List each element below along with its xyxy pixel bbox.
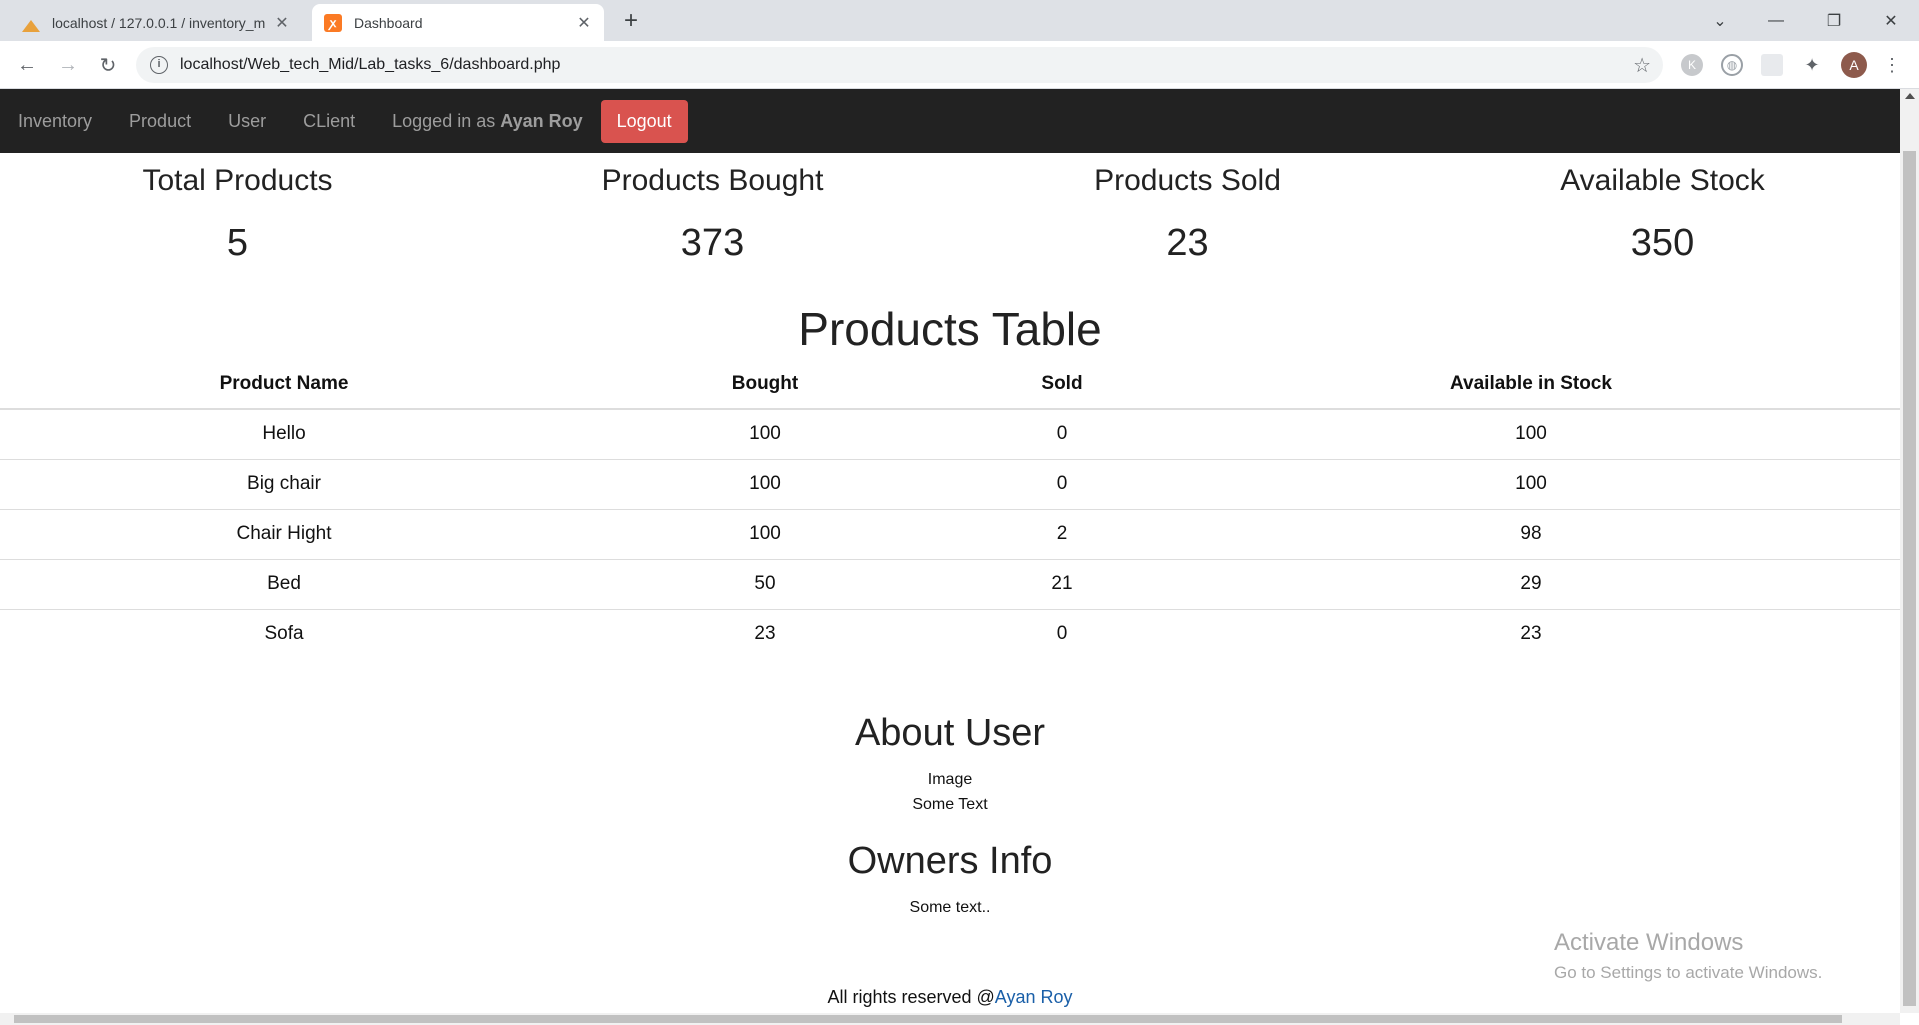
cell-product-name: Big chair <box>0 458 568 509</box>
stats-row: Total Products 5 Products Bought 373 Pro… <box>0 164 1900 265</box>
cell-product-name: Chair Hight <box>0 508 568 559</box>
table-row: Big chair 100 0 100 <box>0 458 1900 509</box>
products-table-title: Products Table <box>798 303 1102 355</box>
globe-icon[interactable]: ◍ <box>1721 54 1743 76</box>
xampp-icon: ꭗ <box>324 13 342 32</box>
cell-product-name: Bed <box>0 558 568 609</box>
stat-label: Products Bought <box>601 164 824 197</box>
browser-tabstrip: localhost / 127.0.0.1 / inventory_m ✕ ꭗ … <box>0 0 1919 41</box>
back-icon[interactable]: ← <box>15 53 39 77</box>
watermark-subtitle: Go to Settings to activate Windows. <box>1554 963 1823 982</box>
scroll-up-arrow-icon[interactable] <box>1905 93 1915 99</box>
browser-menu-icon[interactable]: ⋮ <box>1881 54 1903 76</box>
owners-info-text: Some text.. <box>909 899 991 916</box>
logged-in-status: Logged in as Ayan Roy <box>392 111 582 132</box>
stat-value: 373 <box>680 222 745 264</box>
extension-image-icon[interactable] <box>1761 54 1783 76</box>
stat-label: Available Stock <box>1560 164 1765 197</box>
stat-total-products: Total Products 5 <box>0 164 475 265</box>
logged-in-username: Ayan Roy <box>500 110 583 131</box>
cell-bought: 50 <box>568 558 962 609</box>
cell-available: 29 <box>1162 558 1900 609</box>
about-user-title: About User <box>854 712 1046 754</box>
nav-link-inventory[interactable]: Inventory <box>18 111 92 132</box>
reload-icon[interactable]: ↻ <box>96 53 120 77</box>
extension-k-icon[interactable]: K <box>1681 54 1703 76</box>
nav-link-product[interactable]: Product <box>129 111 191 132</box>
tab-search-icon[interactable]: ⌄ <box>1692 0 1748 41</box>
cell-product-name: Sofa <box>0 608 568 659</box>
table-row: Sofa 23 0 23 <box>0 608 1900 659</box>
cell-available: 100 <box>1162 458 1900 509</box>
about-user-image: Image <box>927 771 973 788</box>
top-navbar: Inventory Product User CLient Logged in … <box>0 89 1900 153</box>
products-table: Product Name Bought Sold Available in St… <box>0 359 1900 659</box>
cell-bought: 100 <box>568 458 962 509</box>
url-text[interactable]: localhost/Web_tech_Mid/Lab_tasks_6/dashb… <box>180 56 1633 74</box>
browser-toolbar: ← → ↻ i localhost/Web_tech_Mid/Lab_tasks… <box>0 41 1919 89</box>
cell-sold: 21 <box>962 558 1162 609</box>
activate-windows-watermark: Activate Windows Go to Settings to activ… <box>1554 929 1822 983</box>
cell-bought: 100 <box>568 508 962 559</box>
close-window-button[interactable]: ✕ <box>1863 0 1919 41</box>
col-header-available: Available in Stock <box>1162 359 1900 410</box>
browser-tab-phpmyadmin[interactable]: localhost / 127.0.0.1 / inventory_m ✕ <box>10 4 302 41</box>
restore-button[interactable]: ❐ <box>1806 0 1862 41</box>
nav-link-client[interactable]: CLient <box>303 111 355 132</box>
vertical-scrollbar[interactable] <box>1900 89 1919 1013</box>
page-footer: All rights reserved @Ayan Roy <box>0 987 1900 1008</box>
table-row: Chair Hight 100 2 98 <box>0 508 1900 559</box>
tab-title: localhost / 127.0.0.1 / inventory_m <box>52 14 266 31</box>
cell-available: 23 <box>1162 608 1900 659</box>
stat-label: Total Products <box>142 164 333 197</box>
logged-in-prefix: Logged in as <box>392 110 496 131</box>
horizontal-scroll-thumb[interactable] <box>14 1015 1842 1023</box>
table-row: Hello 100 0 100 <box>0 409 1900 459</box>
extensions-puzzle-icon[interactable]: ✦ <box>1801 54 1823 76</box>
col-header-sold: Sold <box>962 359 1162 410</box>
stat-value: 350 <box>1630 222 1695 264</box>
table-row: Bed 50 21 29 <box>0 558 1900 609</box>
cell-available: 100 <box>1515 423 1547 445</box>
browser-tab-dashboard[interactable]: ꭗ Dashboard ✕ <box>312 4 604 41</box>
cell-available: 98 <box>1162 508 1900 559</box>
profile-avatar[interactable]: A <box>1841 52 1867 78</box>
close-tab-icon[interactable]: ✕ <box>576 13 592 33</box>
watermark-title: Activate Windows <box>1554 929 1744 956</box>
cell-sold: 0 <box>1056 423 1068 445</box>
page-viewport: Inventory Product User CLient Logged in … <box>0 89 1900 1013</box>
stat-products-sold: Products Sold 23 <box>950 164 1425 265</box>
stat-value: 5 <box>226 222 249 264</box>
stat-products-bought: Products Bought 373 <box>475 164 950 265</box>
cell-sold: 0 <box>962 458 1162 509</box>
footer-text: All rights reserved @ <box>827 987 995 1007</box>
minimize-button[interactable]: — <box>1748 0 1804 41</box>
tab-title: Dashboard <box>354 14 423 31</box>
col-header-bought: Bought <box>568 359 962 410</box>
address-bar[interactable]: i localhost/Web_tech_Mid/Lab_tasks_6/das… <box>136 47 1663 83</box>
bookmark-star-icon[interactable]: ☆ <box>1633 53 1651 78</box>
forward-icon[interactable]: → <box>56 53 80 77</box>
col-header-product-name: Product Name <box>0 359 568 410</box>
logout-button[interactable]: Logout <box>600 99 688 143</box>
cell-sold: 0 <box>962 608 1162 659</box>
close-tab-icon[interactable]: ✕ <box>274 13 290 33</box>
owners-info-title: Owners Info <box>847 840 1053 882</box>
new-tab-button[interactable]: + <box>624 6 638 36</box>
nav-link-user[interactable]: User <box>228 111 266 132</box>
site-info-icon[interactable]: i <box>150 56 168 74</box>
cell-bought: 23 <box>568 608 962 659</box>
stat-value: 23 <box>1166 222 1209 264</box>
footer-author-link[interactable]: Ayan Roy <box>995 987 1073 1007</box>
about-user-text: Some Text <box>912 796 988 813</box>
cell-sold: 2 <box>962 508 1162 559</box>
cell-bought: 100 <box>749 423 781 445</box>
table-header-row: Product Name Bought Sold Available in St… <box>0 359 1900 410</box>
cell-product-name: Hello <box>262 423 306 445</box>
horizontal-scrollbar[interactable] <box>0 1013 1900 1025</box>
stat-label: Products Sold <box>1094 164 1281 197</box>
phpmyadmin-icon <box>22 14 40 32</box>
stat-available-stock: Available Stock 350 <box>1425 164 1900 265</box>
vertical-scroll-thumb[interactable] <box>1903 151 1916 1006</box>
